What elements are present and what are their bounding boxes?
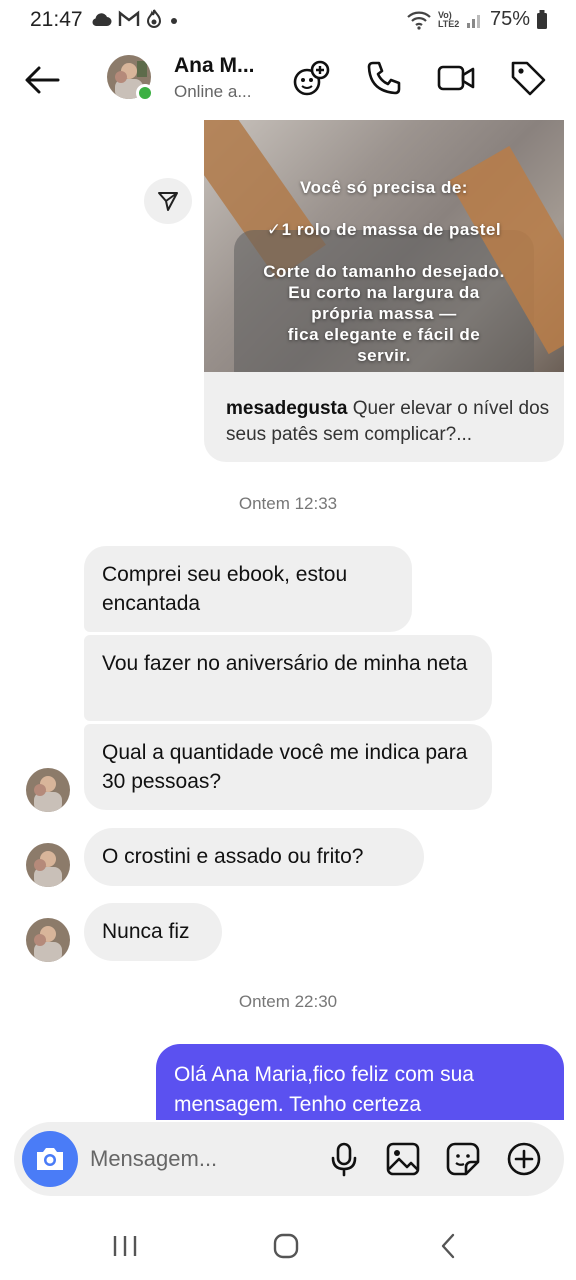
battery-icon (537, 9, 547, 29)
send-icon (158, 192, 178, 211)
camera-icon (37, 1148, 63, 1170)
message-composer (14, 1122, 564, 1196)
post-image-text: Você só precisa de: ✓1 rolo de massa de … (263, 178, 505, 365)
arrow-left-icon (25, 66, 60, 94)
message-input[interactable] (90, 1142, 290, 1176)
group-add-icon (293, 60, 330, 96)
cloud-icon (92, 13, 112, 26)
message-bubble-in[interactable]: Comprei seu ebook, estou encantada (84, 546, 412, 632)
camera-button[interactable] (22, 1131, 78, 1187)
dot-icon (171, 18, 177, 24)
wifi-icon (407, 11, 431, 30)
message-list[interactable]: Você só precisa de: ✓1 rolo de massa de … (0, 118, 576, 1120)
back-button[interactable] (22, 60, 62, 100)
gmail-icon (118, 10, 140, 26)
shared-post-card[interactable]: Você só precisa de: ✓1 rolo de massa de … (204, 120, 564, 462)
post-caption: mesadegusta Quer elevar o nível dos seus… (226, 396, 556, 448)
microphone-icon (331, 1142, 357, 1177)
gallery-button[interactable] (385, 1141, 421, 1177)
contact-status: Online a... (174, 82, 252, 101)
recent-apps-icon (113, 1236, 137, 1256)
message-bubble-in[interactable]: O crostini e assado ou frito? (84, 828, 424, 886)
phone-icon (367, 61, 401, 95)
system-back-button[interactable] (428, 1230, 468, 1262)
message-bubble-in[interactable]: Qual a quantidade você me indica para 30… (84, 724, 492, 810)
message-bubble-in[interactable]: Nunca fiz (84, 903, 222, 961)
home-button[interactable] (266, 1230, 306, 1262)
sticker-icon (446, 1142, 480, 1176)
post-image[interactable]: Você só precisa de: ✓1 rolo de massa de … (204, 120, 564, 372)
status-bar: 21:47 Vo) LTE2 75% (0, 0, 576, 44)
system-navigation-bar (0, 1210, 576, 1280)
contact-avatar-small (26, 918, 70, 962)
timestamp: Ontem 22:30 (238, 992, 338, 1011)
more-options-button[interactable] (506, 1141, 542, 1177)
network-label: Vo) LTE2 (437, 9, 460, 29)
chat-header: Ana M... Online a... (0, 44, 576, 118)
tag-button[interactable] (508, 58, 548, 98)
share-post-button[interactable] (144, 178, 192, 224)
home-icon (273, 1233, 299, 1259)
tag-icon (511, 61, 546, 96)
voice-call-button[interactable] (364, 58, 404, 98)
contact-avatar-small (26, 843, 70, 887)
video-call-button[interactable] (436, 58, 476, 98)
online-indicator (136, 84, 154, 102)
plus-circle-icon (507, 1142, 541, 1176)
signal-icon (466, 14, 480, 28)
voice-message-button[interactable] (326, 1141, 362, 1177)
battery-percent: 75% (489, 8, 530, 30)
contact-avatar-small (26, 768, 70, 812)
status-time: 21:47 (30, 8, 83, 31)
add-participants-button[interactable] (292, 58, 332, 98)
post-username[interactable]: mesadegusta (226, 398, 347, 419)
video-camera-icon (437, 65, 475, 91)
recent-apps-button[interactable] (105, 1230, 145, 1262)
contact-name[interactable]: Ana M... (174, 54, 255, 78)
chevron-left-icon (441, 1233, 455, 1259)
image-icon (386, 1142, 420, 1176)
message-bubble-out[interactable]: Olá Ana Maria,fico feliz com sua mensage… (156, 1044, 564, 1120)
sticker-button[interactable] (445, 1141, 481, 1177)
flame-icon (146, 9, 162, 28)
message-bubble-in[interactable]: Vou fazer no aniversário de minha neta (84, 635, 492, 721)
timestamp: Ontem 12:33 (238, 494, 338, 513)
